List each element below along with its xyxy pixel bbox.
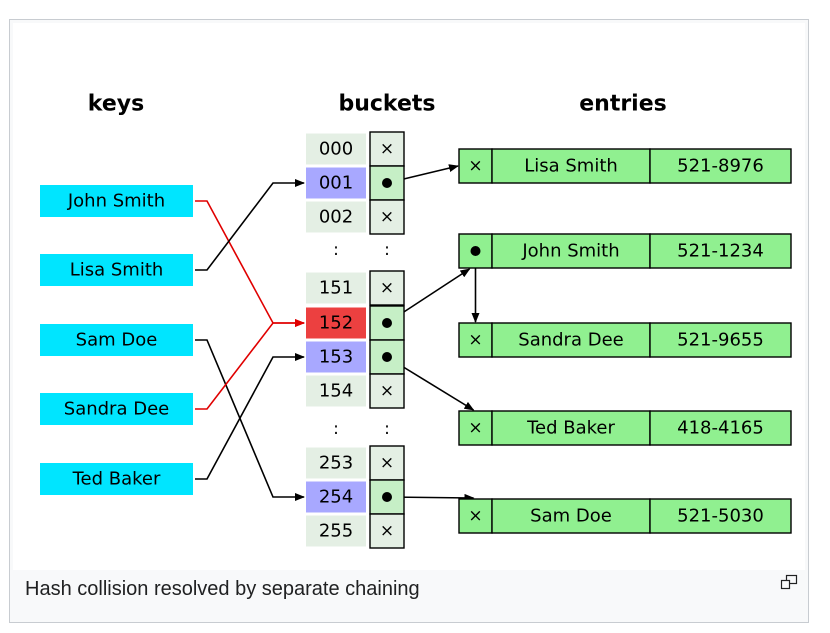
null-mark: × — [380, 521, 394, 541]
null-mark: × — [380, 278, 394, 298]
entry-phone: 521-9655 — [677, 330, 764, 351]
hash-link — [195, 200, 305, 327]
slot-ellipsis: : — [384, 240, 390, 260]
bucket-index: 254 — [319, 487, 353, 508]
bucket-index: 253 — [319, 453, 353, 474]
pointer-dot — [470, 246, 481, 256]
diagram-panel: keys buckets entries John Smith Lisa Smith Sa… — [13, 23, 805, 570]
bucket-index: 002 — [319, 207, 353, 228]
entries-header: entries — [579, 92, 667, 117]
bucket-ellipsis: : — [333, 240, 339, 260]
entry-name: Ted Baker — [526, 418, 615, 439]
pointer-dot — [382, 352, 392, 362]
entry-phone: 521-5030 — [677, 506, 764, 527]
null-mark: × — [468, 330, 482, 350]
entry-name: Sam Doe — [530, 506, 612, 527]
null-mark: × — [468, 156, 482, 176]
bucket-index: 151 — [319, 278, 353, 299]
bucket-ellipsis: : — [333, 419, 339, 439]
key-label: Lisa Smith — [70, 260, 164, 281]
null-mark: × — [380, 381, 394, 401]
key-label: John Smith — [67, 191, 165, 212]
null-mark: × — [380, 207, 394, 227]
key-label: Ted Baker — [72, 469, 161, 490]
null-mark: × — [380, 139, 394, 159]
entry-name: John Smith — [521, 241, 619, 262]
null-mark: × — [468, 506, 482, 526]
entry-name: Lisa Smith — [524, 156, 618, 177]
pointer-dot — [382, 492, 392, 502]
bucket-index: 001 — [319, 173, 353, 194]
figure-caption: Hash collision resolved by separate chai… — [25, 578, 420, 600]
pointer-dot — [382, 178, 392, 188]
enlarge-icon[interactable] — [780, 574, 798, 590]
hash-link — [195, 353, 305, 480]
buckets-header: buckets — [338, 92, 435, 117]
bucket-index: 255 — [319, 521, 353, 542]
slot-ellipsis: : — [384, 419, 390, 439]
bucket-index: 152 — [319, 313, 353, 334]
hash-link — [195, 319, 305, 410]
bucket-index: 000 — [319, 139, 353, 160]
null-mark: × — [468, 418, 482, 438]
key-label: Sandra Dee — [64, 399, 169, 420]
hash-link — [195, 339, 305, 501]
entry-name: Sandra Dee — [518, 330, 623, 351]
entry-phone: 521-8976 — [677, 156, 764, 177]
pointer-dot — [382, 318, 392, 328]
bucket-index: 154 — [319, 381, 353, 402]
null-mark: × — [380, 453, 394, 473]
bucket-index: 153 — [319, 347, 353, 368]
entry-phone: 521-1234 — [677, 241, 764, 262]
hash-table-diagram: keys buckets entries John Smith Lisa Smith Sa… — [40, 92, 792, 549]
keys-header: keys — [88, 92, 144, 117]
hash-link — [195, 179, 305, 271]
entry-phone: 418-4165 — [677, 418, 764, 439]
key-label: Sam Doe — [76, 330, 158, 351]
